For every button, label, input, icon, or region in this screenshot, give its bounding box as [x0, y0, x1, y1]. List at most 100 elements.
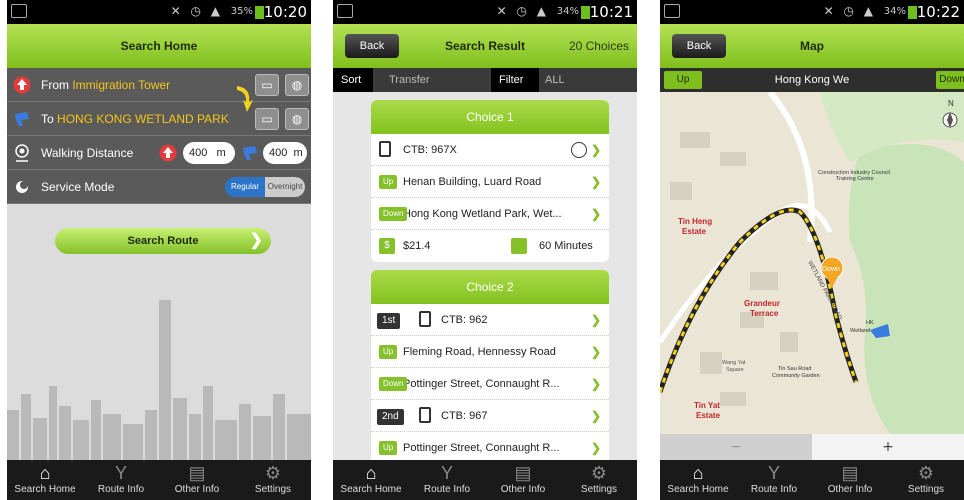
- back-button[interactable]: Back: [672, 34, 726, 58]
- search-route-button[interactable]: Search Route ❯: [55, 228, 271, 254]
- status-bar: ✕ ◷ ▲ 34% 10:21: [333, 0, 637, 24]
- compass-label: N: [948, 99, 954, 108]
- to-label: To: [41, 112, 54, 126]
- nav-other-info[interactable]: ▤ Other Info: [485, 460, 561, 500]
- signal-icons: ✕ ◷ ▲: [170, 4, 223, 18]
- choice-count: 20 Choices: [568, 39, 629, 53]
- walk-to-input[interactable]: 400 m: [263, 142, 307, 164]
- filter-label: Filter: [491, 68, 539, 92]
- gear-icon: ⚙: [917, 463, 935, 483]
- swap-icon[interactable]: [233, 82, 255, 118]
- battery-icon: [255, 6, 264, 19]
- chevron-right-icon: ❯: [590, 207, 601, 221]
- compass-icon: [942, 112, 958, 128]
- page-title: Search Result: [444, 39, 526, 53]
- sort-dropdown[interactable]: Transfer: [389, 68, 430, 92]
- map-label: Square: [726, 367, 744, 373]
- map-canvas[interactable]: N Down Construction Industry Council Tra…: [660, 92, 964, 434]
- location-name: Hong Kong We: [774, 74, 850, 86]
- map-label: HK: [866, 320, 874, 326]
- nav-settings[interactable]: ⚙ Settings: [561, 460, 637, 500]
- battery-percent: 35%: [230, 6, 253, 17]
- gallery-icon: [11, 4, 27, 18]
- search-result-screen: ✕ ◷ ▲ 34% 10:21 Back Search Result 20 Ch…: [333, 0, 637, 500]
- to-bookmark-button[interactable]: ▭: [255, 108, 279, 130]
- up-stop-row[interactable]: Up Henan Building, Luard Road ❯: [371, 166, 609, 198]
- nav-settings[interactable]: ⚙ Settings: [235, 460, 311, 500]
- filter-dropdown[interactable]: ALL: [545, 68, 565, 92]
- gear-icon: ⚙: [264, 463, 282, 483]
- clock: 10:20: [263, 3, 307, 21]
- map-label: Terrace: [750, 309, 779, 318]
- from-label: From: [41, 78, 69, 92]
- nav-other-info[interactable]: ▤ Other Info: [159, 460, 235, 500]
- down-stop-row[interactable]: Down Hong Kong Wetland Park, Wet... ❯: [371, 198, 609, 230]
- chevron-right-icon: ❯: [590, 175, 601, 189]
- service-mode-icon: [16, 181, 28, 193]
- route-row[interactable]: CTB: 967X ❯: [371, 134, 609, 166]
- back-button[interactable]: Back: [345, 34, 399, 58]
- up-stop-row[interactable]: Up Pottinger Street, Connaught R... ❯: [371, 432, 609, 460]
- map-label: Tin Sau Road: [778, 366, 811, 372]
- service-mode-toggle[interactable]: Regular Overnight: [225, 177, 305, 197]
- down-stop-row[interactable]: Down Pottinger Street, Connaught R... ❯: [371, 368, 609, 400]
- map-view[interactable]: N Down Construction Industry Council Tra…: [660, 92, 964, 434]
- mode-overnight[interactable]: Overnight: [265, 177, 305, 197]
- search-home-screen: ✕ ◷ ▲ 35% 10:20 Search Home From Immigra…: [7, 0, 311, 500]
- choice-card[interactable]: Choice 2 1st CTB: 962 ❯ Up Fleming Road,…: [371, 270, 609, 460]
- chevron-right-icon: ❯: [249, 232, 263, 249]
- home-icon: ⌂: [692, 463, 704, 483]
- to-row[interactable]: To HONG KONG WETLAND PARK ▭ ◍: [7, 102, 311, 136]
- nav-route-info[interactable]: Y Route Info: [736, 460, 812, 500]
- from-row[interactable]: From Immigration Tower ▭ ◍: [7, 68, 311, 102]
- to-globe-button[interactable]: ◍: [285, 108, 309, 130]
- up-stop-row[interactable]: Up Fleming Road, Hennessy Road ❯: [371, 336, 609, 368]
- nav-settings[interactable]: ⚙ Settings: [888, 460, 964, 500]
- zoom-out-button[interactable]: −: [660, 434, 812, 460]
- walking-distance-icon: [15, 144, 29, 162]
- choice-card[interactable]: Choice 1 CTB: 967X ❯ Up Henan Building, …: [371, 100, 609, 262]
- choice-title: Choice 1: [371, 100, 609, 134]
- leg-badge: 2nd: [377, 409, 404, 425]
- results-list[interactable]: Choice 1 CTB: 967X ❯ Up Henan Building, …: [333, 92, 637, 460]
- route-row[interactable]: 1st CTB: 962 ❯: [371, 304, 609, 336]
- map-label: Tin Yat: [694, 401, 720, 410]
- mode-regular[interactable]: Regular: [225, 177, 265, 197]
- nav-route-info[interactable]: Y Route Info: [83, 460, 159, 500]
- walk-from-input[interactable]: 400 m: [183, 142, 235, 164]
- document-icon: ▤: [188, 463, 206, 483]
- nav-search-home[interactable]: ⌂ Search Home: [333, 460, 409, 500]
- clock-icon: [571, 142, 587, 158]
- map-label: Estate: [682, 227, 707, 236]
- zoom-in-button[interactable]: +: [812, 434, 964, 460]
- route-row[interactable]: 2nd CTB: 967 ❯: [371, 400, 609, 432]
- from-globe-button[interactable]: ◍: [285, 74, 309, 96]
- map-label: Training Centre: [836, 176, 874, 182]
- chevron-right-icon: ❯: [590, 313, 601, 327]
- map-label: Wetland: [850, 328, 870, 334]
- from-bookmark-button[interactable]: ▭: [255, 74, 279, 96]
- choice-title: Choice 2: [371, 270, 609, 304]
- route-icon: Y: [767, 463, 780, 483]
- down-tag: Down: [379, 377, 408, 391]
- nav-search-home[interactable]: ⌂ Search Home: [7, 460, 83, 500]
- nav-route-info[interactable]: Y Route Info: [409, 460, 485, 500]
- nav-search-home[interactable]: ⌂ Search Home: [660, 460, 736, 500]
- map-label: Tin Heng: [678, 217, 712, 226]
- up-button[interactable]: Up: [664, 71, 702, 89]
- down-button[interactable]: Down: [936, 71, 964, 89]
- duration: 60 Minutes: [539, 240, 593, 252]
- status-bar: ✕ ◷ ▲ 34% 10:22: [660, 0, 964, 24]
- document-icon: ▤: [514, 463, 532, 483]
- search-form: From Immigration Tower ▭ ◍ To HONG KONG …: [7, 68, 311, 460]
- duration-icon: [511, 238, 527, 254]
- down-tag: Down: [379, 207, 408, 221]
- title-bar: Search Home: [7, 24, 311, 68]
- bottom-nav: ⌂ Search Home Y Route Info ▤ Other Info ⚙ Se…: [7, 460, 311, 500]
- gear-icon: ⚙: [590, 463, 608, 483]
- nav-other-info[interactable]: ▤ Other Info: [812, 460, 888, 500]
- from-arrow-icon: [13, 76, 31, 94]
- bottom-nav: ⌂ Search Home Y Route Info ▤ Other Info ⚙ Se…: [333, 460, 637, 500]
- bottom-nav: ⌂ Search Home Y Route Info ▤ Other Info ⚙ Se…: [660, 460, 964, 500]
- to-flag-icon: [243, 146, 257, 160]
